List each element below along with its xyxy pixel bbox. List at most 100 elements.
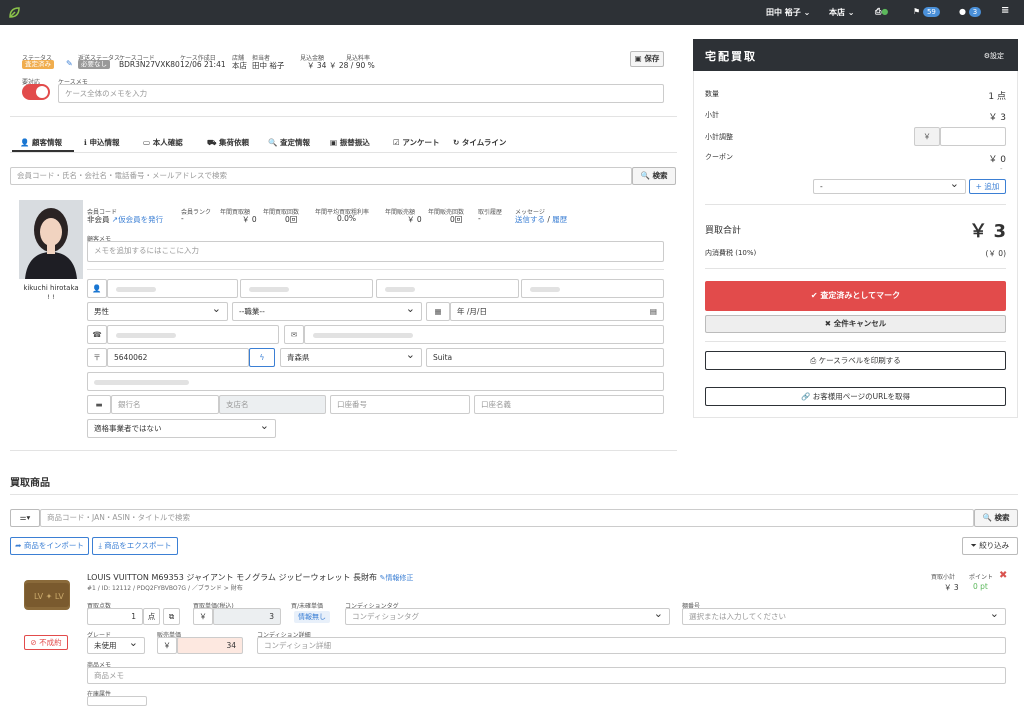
customer-name: kikuchi hirotaka — [23, 284, 79, 292]
store-value: 本店 — [232, 61, 247, 70]
copy-icon[interactable]: ⧉ — [163, 608, 180, 625]
occupation-select[interactable]: --職業-- — [232, 302, 422, 321]
phone-input[interactable] — [107, 325, 279, 344]
point-value: 0 pt — [973, 582, 988, 591]
stat-label: 取引履歴 — [478, 209, 503, 216]
search-icon: 🔍 — [640, 171, 650, 180]
stat-value: - — [181, 214, 184, 223]
panel-title: 宅配買取 — [705, 50, 757, 63]
subtotal-adjust-input[interactable] — [940, 127, 1006, 146]
email-input[interactable] — [304, 325, 664, 344]
settings-link[interactable]: ⚙設定 — [984, 51, 1004, 61]
not-closed-button[interactable]: ⊘ 不成約 — [24, 635, 68, 650]
avatar — [19, 200, 83, 279]
user-menu[interactable]: 田中 裕子 ⌄ — [766, 7, 810, 18]
prefecture-select[interactable]: 青森県 — [280, 348, 422, 367]
hamburger-menu-icon[interactable]: ≡ — [1001, 5, 1009, 16]
mail-icon: ✉ — [284, 325, 304, 344]
bank-name-input[interactable]: 銀行名 — [111, 395, 219, 414]
member-code: 非会員 ↗仮会員を発行 — [87, 215, 164, 224]
product-meta: #1 / ID: 12112 / PDQ2FYBVBO7G / ／ブランド > … — [87, 585, 243, 592]
qty-input[interactable]: 1 — [87, 608, 143, 625]
customer-memo-input[interactable]: メモを追加するにはここに入力 — [87, 241, 664, 262]
last-name-kana-input[interactable] — [376, 279, 519, 298]
message-links: 送信する / 履歴 — [515, 215, 568, 224]
filter-options-icon[interactable]: ⚌▾ — [10, 509, 40, 527]
created-date: 12/06 21:41 — [180, 60, 226, 69]
last-name-input[interactable] — [107, 279, 238, 298]
leaf-logo-icon[interactable] — [8, 6, 21, 19]
close-icon: ✖ — [824, 319, 832, 328]
store-menu[interactable]: 本店 ⌄ — [829, 7, 855, 18]
city-input[interactable]: Suita — [426, 348, 664, 367]
flagged-toggle[interactable] — [22, 84, 50, 100]
tab-survey[interactable]: ☑ アンケート — [393, 137, 440, 148]
send-message-link[interactable]: 送信する — [515, 215, 545, 224]
grade-select[interactable]: 未使用 — [87, 637, 145, 654]
message-history-link[interactable]: 履歴 — [552, 215, 567, 224]
check-icon: ✔ — [810, 291, 818, 300]
edit-info-link[interactable]: ✎情報修正 — [380, 574, 414, 582]
save-button[interactable]: ▣ 保存 — [630, 51, 664, 67]
stat-label: 会員ランク — [181, 209, 212, 216]
stock-attr-select[interactable] — [87, 696, 147, 706]
account-holder-input[interactable]: 口座名義 — [474, 395, 664, 414]
filter-button[interactable]: ⏷ 絞り込み — [962, 537, 1018, 555]
unit-price-input[interactable]: 3 — [213, 608, 281, 625]
import-button[interactable]: ➦ 商品をインポート — [10, 537, 89, 555]
tab-application[interactable]: ℹ 申込情報 — [84, 137, 119, 148]
add-coupon-button[interactable]: + 追加 — [969, 179, 1006, 194]
customer-search-input[interactable]: 会員コード・氏名・会社名・電話番号・メールアドレスで検索 — [10, 167, 632, 185]
flag-notifications[interactable]: ⚑ 59 — [913, 7, 940, 17]
item-search-button[interactable]: 🔍 検索 — [974, 509, 1018, 527]
address-input[interactable] — [87, 372, 664, 391]
issue-member-link[interactable]: ↗仮会員を発行 — [112, 215, 163, 224]
item-search-input[interactable]: 商品コード・JAN・ASIN・タイトルで検索 — [40, 509, 974, 527]
condition-detail-input[interactable]: コンディション詳細 — [257, 637, 1006, 654]
account-number-input[interactable]: 口座番号 — [330, 395, 470, 414]
birthday-input[interactable]: 年 /月/日 ▤ — [450, 302, 664, 321]
condition-tag-select[interactable]: コンディションタグ — [345, 608, 670, 625]
staff-value[interactable]: 田中 裕子 — [252, 60, 284, 71]
sale-price-input[interactable]: 34 — [177, 637, 243, 654]
delivery-status-badge[interactable]: 必要なし — [78, 60, 110, 69]
tab-customer-info[interactable]: 👤 顧客情報 — [20, 137, 62, 148]
status-badge[interactable]: 査定済み — [22, 60, 54, 69]
tab-timeline[interactable]: ↻ タイムライン — [453, 137, 506, 148]
print-label-button[interactable]: ⎙ ケースラベルを印刷する — [705, 351, 1006, 370]
customer-search-button[interactable]: 🔍 検索 — [632, 167, 676, 185]
address-lookup-icon[interactable]: ϟ — [249, 348, 275, 367]
save-icon: ▣ — [634, 54, 642, 63]
shelf-select[interactable]: 選択または入力してください — [682, 608, 1006, 625]
gender-select[interactable]: 男性 — [87, 302, 228, 321]
coupon-select[interactable]: - — [813, 179, 966, 194]
item-subtotal: ￥ 3 — [944, 583, 959, 592]
remove-item-icon[interactable]: ✖ — [999, 570, 1007, 581]
tab-identity[interactable]: ▭ 本人確認 — [143, 137, 183, 148]
person-icon: 👤 — [87, 279, 107, 298]
postal-mark-icon: 〒 — [87, 348, 107, 367]
ban-icon: ⊘ — [30, 638, 37, 647]
invoice-status-select[interactable]: 適格事業者ではない — [87, 419, 276, 438]
calendar-picker-icon[interactable]: ▤ — [650, 303, 657, 320]
estimate-amount: ￥ 34 — [307, 61, 327, 70]
first-name-kana-input[interactable] — [521, 279, 664, 298]
printer-status-icon[interactable]: ⎙● — [875, 7, 888, 17]
mark-appraised-button[interactable]: ✔ 査定済みとしてマーク — [705, 281, 1006, 311]
tab-appraisal[interactable]: 🔍 査定情報 — [268, 137, 310, 148]
export-button[interactable]: ⤓ 商品をエクスポート — [92, 537, 178, 555]
first-name-input[interactable] — [240, 279, 373, 298]
tab-pickup[interactable]: ⛟ 集荷依頼 — [207, 137, 249, 148]
branch-name-input[interactable]: 支店名 — [219, 395, 326, 414]
item-memo-input[interactable]: 商品メモ — [87, 667, 1006, 684]
info-badge[interactable]: 情報無し — [294, 611, 330, 623]
tab-transfer[interactable]: ▣ 振替振込 — [330, 137, 370, 148]
cancel-all-button[interactable]: ✖ 全件キャンセル — [705, 315, 1006, 333]
postal-code-input[interactable]: 5640062 — [107, 348, 249, 367]
tax-value: (￥ 0) — [985, 249, 1006, 258]
customer-url-button[interactable]: 🔗 お客様用ページのURLを取得 — [705, 387, 1006, 406]
yen-prefix: ￥ — [914, 127, 940, 146]
case-memo-input[interactable]: ケース全体のメモを入力 — [58, 84, 664, 103]
chat-notifications[interactable]: ● 3 — [959, 7, 982, 17]
edit-pencil-icon[interactable]: ✎ — [66, 59, 73, 68]
